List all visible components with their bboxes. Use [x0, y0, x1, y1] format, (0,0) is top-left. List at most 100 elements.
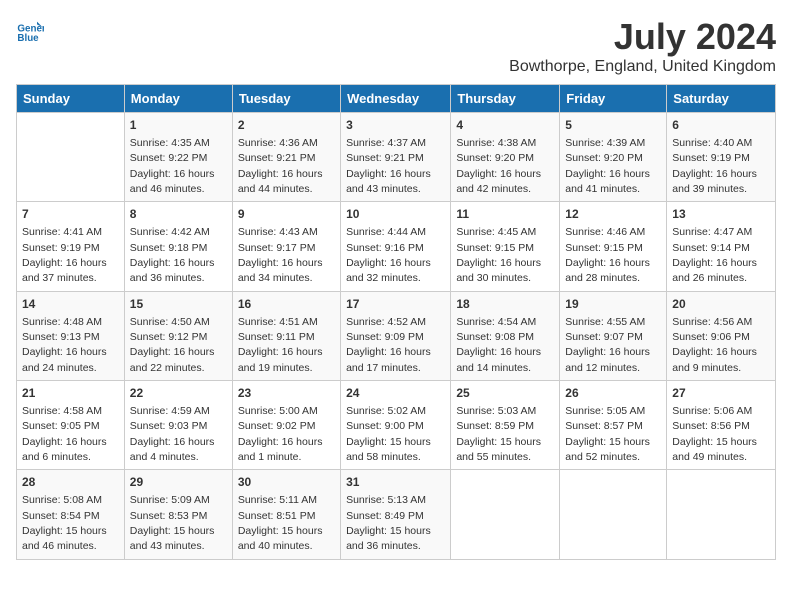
calendar-cell: 9 Sunrise: 4:43 AM Sunset: 9:17 PM Daylig…: [232, 202, 340, 291]
day-number: 30: [238, 474, 335, 491]
day-info: Sunrise: 4:51 AM Sunset: 9:11 PM Dayligh…: [238, 316, 323, 374]
calendar-cell: 29 Sunrise: 5:09 AM Sunset: 8:53 PM Dayli…: [124, 470, 232, 559]
day-number: 31: [346, 474, 445, 491]
day-info: Sunrise: 4:44 AM Sunset: 9:16 PM Dayligh…: [346, 226, 431, 284]
day-info: Sunrise: 4:59 AM Sunset: 9:03 PM Dayligh…: [130, 405, 215, 463]
day-info: Sunrise: 5:09 AM Sunset: 8:53 PM Dayligh…: [130, 494, 215, 552]
day-number: 23: [238, 385, 335, 402]
calendar-cell: 12Sunrise: 4:46 AM Sunset: 9:15 PM Dayli…: [560, 202, 667, 291]
day-info: Sunrise: 5:03 AM Sunset: 8:59 PM Dayligh…: [456, 405, 541, 463]
calendar-week-row: 1 Sunrise: 4:35 AM Sunset: 9:22 PM Daylig…: [17, 113, 776, 202]
day-info: Sunrise: 4:56 AM Sunset: 9:06 PM Dayligh…: [672, 316, 757, 374]
day-number: 13: [672, 206, 770, 223]
logo-icon: General Blue: [16, 16, 44, 44]
calendar-cell: 10 Sunrise: 4:44 AM Sunset: 9:16 PM Dayli…: [341, 202, 451, 291]
calendar-cell: 13 Sunrise: 4:47 AM Sunset: 9:14 PM Dayli…: [667, 202, 776, 291]
day-number: 1: [130, 117, 227, 134]
day-number: 10: [346, 206, 445, 223]
calendar-week-row: 21Sunrise: 4:58 AM Sunset: 9:05 PM Dayli…: [17, 381, 776, 470]
day-number: 24: [346, 385, 445, 402]
day-info: Sunrise: 4:46 AM Sunset: 9:15 PM Dayligh…: [565, 226, 650, 284]
day-number: 14: [22, 296, 119, 313]
calendar-cell: 24 Sunrise: 5:02 AM Sunset: 9:00 PM Dayli…: [341, 381, 451, 470]
day-of-week-header: Tuesday: [232, 85, 340, 113]
day-number: 16: [238, 296, 335, 313]
day-info: Sunrise: 4:47 AM Sunset: 9:14 PM Dayligh…: [672, 226, 757, 284]
day-number: 3: [346, 117, 445, 134]
day-of-week-header: Thursday: [451, 85, 560, 113]
day-number: 5: [565, 117, 661, 134]
day-of-week-header: Sunday: [17, 85, 125, 113]
calendar-cell: 4 Sunrise: 4:38 AM Sunset: 9:20 PM Daylig…: [451, 113, 560, 202]
calendar-body: 1 Sunrise: 4:35 AM Sunset: 9:22 PM Daylig…: [17, 113, 776, 560]
day-number: 9: [238, 206, 335, 223]
calendar-cell: 23 Sunrise: 5:00 AM Sunset: 9:02 PM Dayli…: [232, 381, 340, 470]
calendar-cell: 31 Sunrise: 5:13 AM Sunset: 8:49 PM Dayli…: [341, 470, 451, 559]
calendar-cell: 6 Sunrise: 4:40 AM Sunset: 9:19 PM Daylig…: [667, 113, 776, 202]
day-number: 11: [456, 206, 554, 223]
day-info: Sunrise: 5:06 AM Sunset: 8:56 PM Dayligh…: [672, 405, 757, 463]
day-info: Sunrise: 4:36 AM Sunset: 9:21 PM Dayligh…: [238, 137, 323, 195]
calendar-cell: 11 Sunrise: 4:45 AM Sunset: 9:15 PM Dayli…: [451, 202, 560, 291]
day-number: 29: [130, 474, 227, 491]
day-info: Sunrise: 5:02 AM Sunset: 9:00 PM Dayligh…: [346, 405, 431, 463]
day-info: Sunrise: 4:38 AM Sunset: 9:20 PM Dayligh…: [456, 137, 541, 195]
day-number: 7: [22, 206, 119, 223]
day-info: Sunrise: 5:00 AM Sunset: 9:02 PM Dayligh…: [238, 405, 323, 463]
day-info: Sunrise: 5:05 AM Sunset: 8:57 PM Dayligh…: [565, 405, 650, 463]
calendar-cell: 5 Sunrise: 4:39 AM Sunset: 9:20 PM Daylig…: [560, 113, 667, 202]
day-number: 18: [456, 296, 554, 313]
calendar-cell: 28 Sunrise: 5:08 AM Sunset: 8:54 PM Dayli…: [17, 470, 125, 559]
subtitle: Bowthorpe, England, United Kingdom: [509, 58, 776, 76]
header: General Blue July 2024 Bowthorpe, Englan…: [16, 16, 776, 76]
day-info: Sunrise: 4:39 AM Sunset: 9:20 PM Dayligh…: [565, 137, 650, 195]
day-info: Sunrise: 4:50 AM Sunset: 9:12 PM Dayligh…: [130, 316, 215, 374]
calendar-cell: 8Sunrise: 4:42 AM Sunset: 9:18 PM Daylig…: [124, 202, 232, 291]
day-number: 21: [22, 385, 119, 402]
day-info: Sunrise: 4:40 AM Sunset: 9:19 PM Dayligh…: [672, 137, 757, 195]
day-of-week-header: Saturday: [667, 85, 776, 113]
calendar-cell: 3 Sunrise: 4:37 AM Sunset: 9:21 PM Daylig…: [341, 113, 451, 202]
day-header-row: SundayMondayTuesdayWednesdayThursdayFrid…: [17, 85, 776, 113]
day-number: 2: [238, 117, 335, 134]
day-of-week-header: Monday: [124, 85, 232, 113]
day-number: 26: [565, 385, 661, 402]
day-number: 28: [22, 474, 119, 491]
calendar-cell: 19 Sunrise: 4:55 AM Sunset: 9:07 PM Dayli…: [560, 291, 667, 380]
calendar-cell: 17 Sunrise: 4:52 AM Sunset: 9:09 PM Dayli…: [341, 291, 451, 380]
day-info: Sunrise: 4:45 AM Sunset: 9:15 PM Dayligh…: [456, 226, 541, 284]
day-number: 25: [456, 385, 554, 402]
day-number: 4: [456, 117, 554, 134]
day-info: Sunrise: 4:35 AM Sunset: 9:22 PM Dayligh…: [130, 137, 215, 195]
day-number: 6: [672, 117, 770, 134]
day-of-week-header: Friday: [560, 85, 667, 113]
calendar-week-row: 28 Sunrise: 5:08 AM Sunset: 8:54 PM Dayli…: [17, 470, 776, 559]
day-info: Sunrise: 5:11 AM Sunset: 8:51 PM Dayligh…: [238, 494, 323, 552]
day-number: 17: [346, 296, 445, 313]
day-number: 8: [130, 206, 227, 223]
day-info: Sunrise: 4:48 AM Sunset: 9:13 PM Dayligh…: [22, 316, 107, 374]
calendar-cell: 26 Sunrise: 5:05 AM Sunset: 8:57 PM Dayli…: [560, 381, 667, 470]
day-info: Sunrise: 4:54 AM Sunset: 9:08 PM Dayligh…: [456, 316, 541, 374]
day-info: Sunrise: 4:52 AM Sunset: 9:09 PM Dayligh…: [346, 316, 431, 374]
day-info: Sunrise: 5:13 AM Sunset: 8:49 PM Dayligh…: [346, 494, 431, 552]
calendar-cell: [17, 113, 125, 202]
logo: General Blue: [16, 16, 44, 44]
calendar-cell: 14 Sunrise: 4:48 AM Sunset: 9:13 PM Dayli…: [17, 291, 125, 380]
calendar-cell: 22 Sunrise: 4:59 AM Sunset: 9:03 PM Dayli…: [124, 381, 232, 470]
calendar-cell: [451, 470, 560, 559]
day-info: Sunrise: 4:37 AM Sunset: 9:21 PM Dayligh…: [346, 137, 431, 195]
day-number: 15: [130, 296, 227, 313]
calendar-cell: 20Sunrise: 4:56 AM Sunset: 9:06 PM Dayli…: [667, 291, 776, 380]
calendar-table: SundayMondayTuesdayWednesdayThursdayFrid…: [16, 84, 776, 560]
day-info: Sunrise: 4:41 AM Sunset: 9:19 PM Dayligh…: [22, 226, 107, 284]
calendar-week-row: 7 Sunrise: 4:41 AM Sunset: 9:19 PM Daylig…: [17, 202, 776, 291]
day-number: 22: [130, 385, 227, 402]
svg-text:Blue: Blue: [17, 33, 39, 44]
calendar-cell: 27Sunrise: 5:06 AM Sunset: 8:56 PM Dayli…: [667, 381, 776, 470]
day-info: Sunrise: 4:43 AM Sunset: 9:17 PM Dayligh…: [238, 226, 323, 284]
day-number: 19: [565, 296, 661, 313]
calendar-cell: 21Sunrise: 4:58 AM Sunset: 9:05 PM Dayli…: [17, 381, 125, 470]
day-info: Sunrise: 4:55 AM Sunset: 9:07 PM Dayligh…: [565, 316, 650, 374]
day-info: Sunrise: 5:08 AM Sunset: 8:54 PM Dayligh…: [22, 494, 107, 552]
